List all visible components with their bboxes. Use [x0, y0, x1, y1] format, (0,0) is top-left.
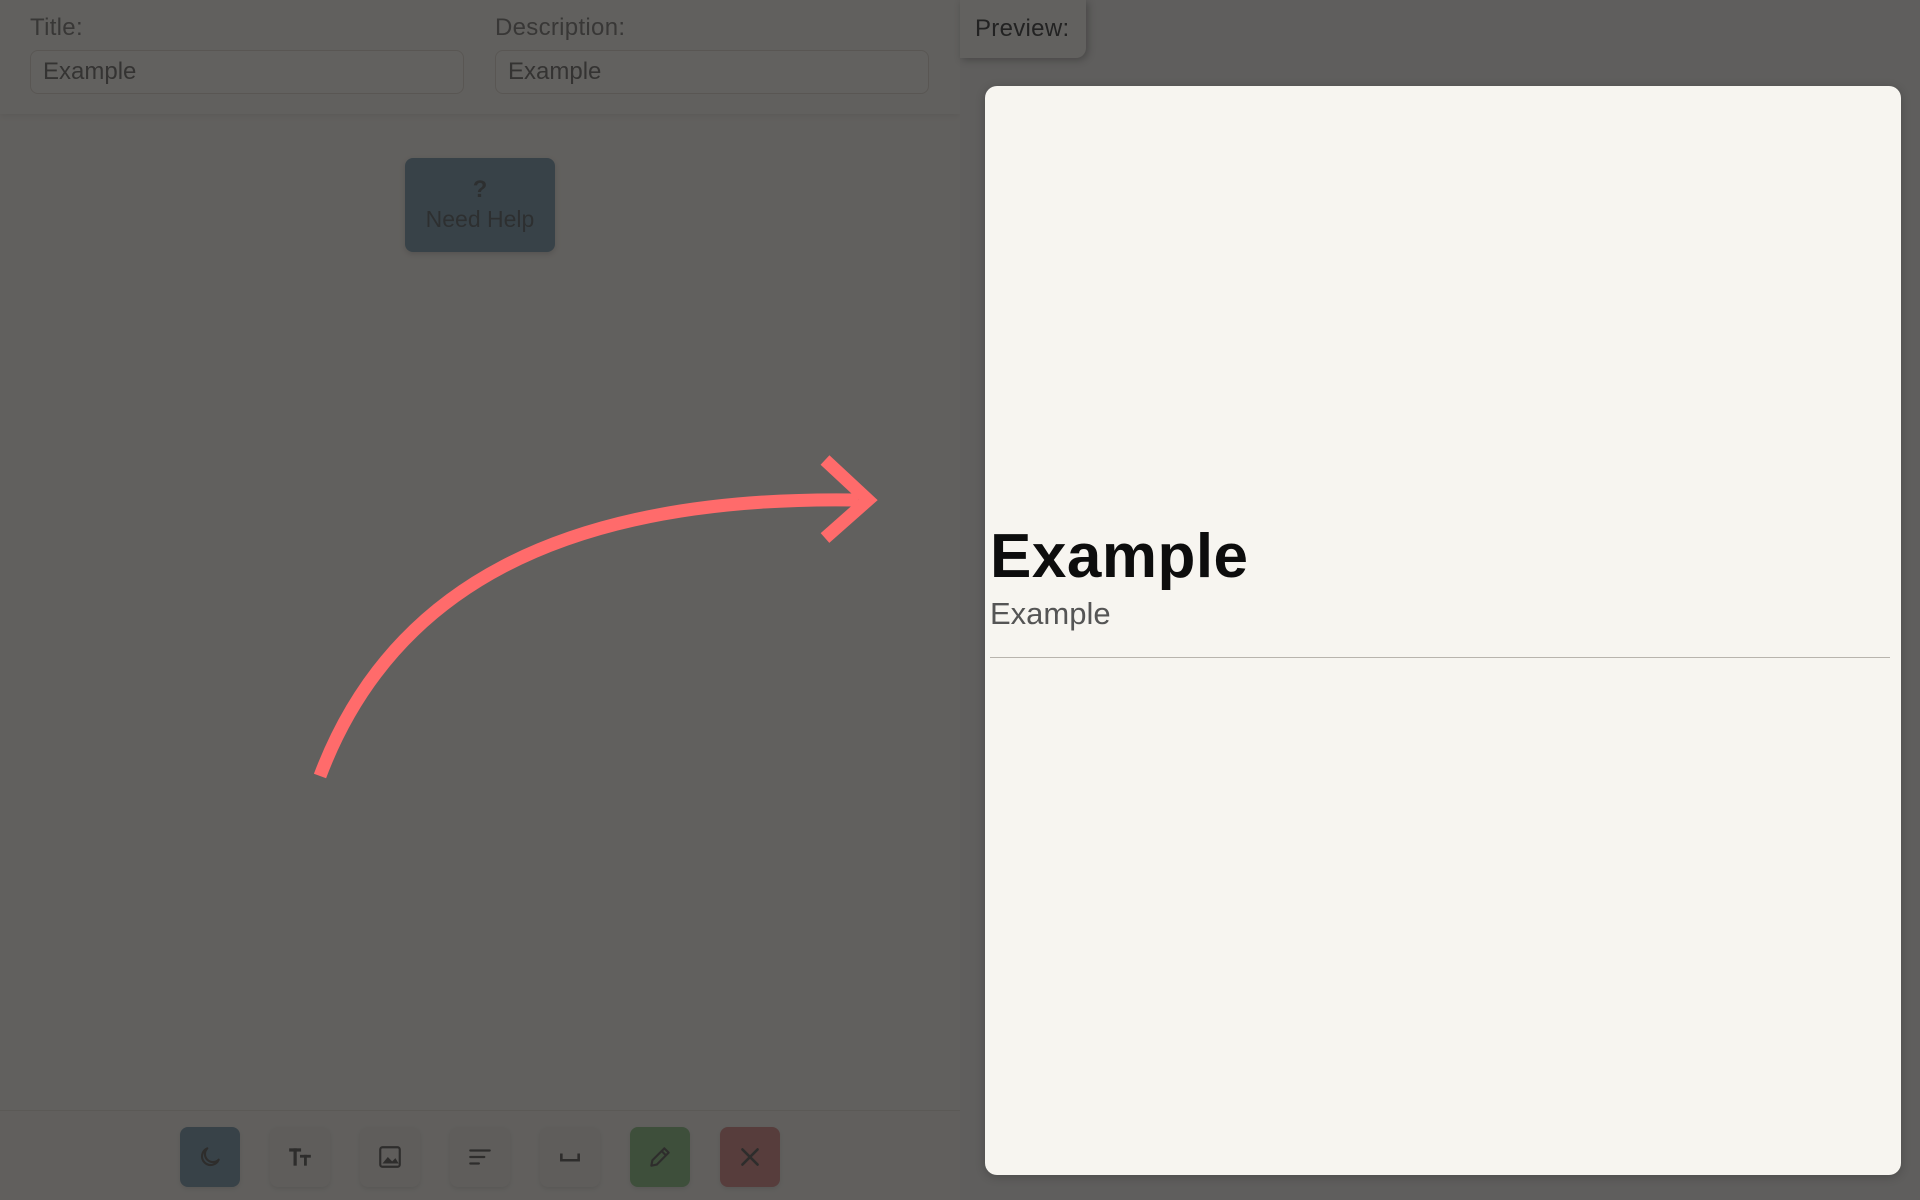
preview-tab-label: Preview: [975, 15, 1070, 42]
need-help-label: Need Help [425, 206, 535, 232]
add-image-button[interactable] [360, 1127, 420, 1187]
close-button[interactable] [720, 1127, 780, 1187]
preview-tab: Preview: [960, 0, 1086, 58]
preview-divider [990, 657, 1890, 658]
bottom-toolbar [0, 1110, 960, 1200]
preview-card: Example Example [985, 86, 1901, 1175]
pencil-icon [650, 1147, 670, 1167]
need-help-button[interactable]: ? Need Help [405, 158, 555, 252]
editor-header: Title: Description: [0, 0, 960, 114]
title-input[interactable] [30, 50, 464, 94]
title-label: Title: [30, 14, 83, 41]
spacer-icon [560, 1153, 580, 1162]
edit-button[interactable] [630, 1127, 690, 1187]
description-label: Description: [495, 14, 626, 41]
image-icon [379, 1146, 401, 1168]
preview-description: Example [990, 596, 1111, 631]
help-question-icon: ? [472, 176, 488, 203]
theme-toggle-button[interactable] [180, 1127, 240, 1187]
title-field-group: Title: [30, 14, 464, 94]
align-left-icon [469, 1149, 491, 1165]
editor-pane: Title: Description: ? Need Help [0, 0, 960, 1200]
text-size-icon [289, 1148, 311, 1166]
description-field-group: Description: [495, 14, 929, 94]
add-text-button[interactable] [270, 1127, 330, 1187]
add-paragraph-button[interactable] [450, 1127, 510, 1187]
close-icon [741, 1148, 759, 1166]
preview-title: Example [990, 522, 1249, 591]
moon-icon [200, 1147, 220, 1167]
description-input[interactable] [495, 50, 929, 94]
add-spacer-button[interactable] [540, 1127, 600, 1187]
